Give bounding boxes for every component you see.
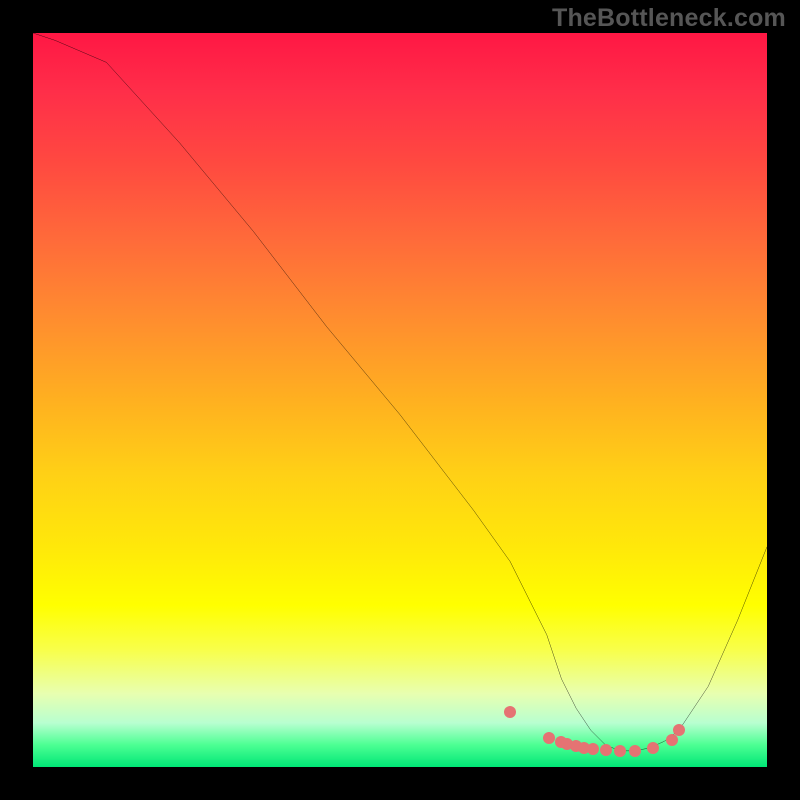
watermark-text: TheBottleneck.com [552, 4, 786, 33]
plot-area [33, 33, 767, 767]
chart-canvas: TheBottleneck.com [0, 0, 800, 800]
background-gradient [33, 33, 767, 767]
